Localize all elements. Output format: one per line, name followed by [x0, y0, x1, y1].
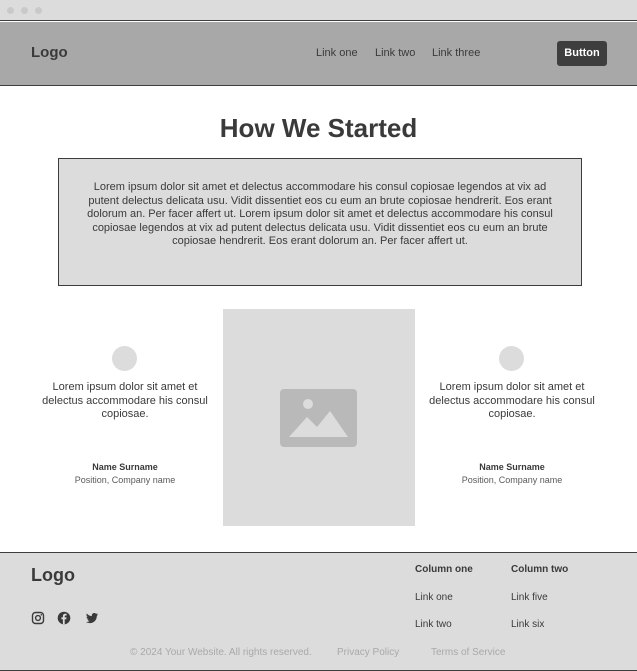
header-logo[interactable]: Logo — [31, 44, 68, 61]
window-dot — [35, 7, 42, 14]
testimonial-position: Position, Company name — [461, 475, 563, 485]
browser-chrome — [0, 0, 637, 21]
privacy-policy-link[interactable]: Privacy Policy — [337, 647, 399, 658]
header-button[interactable]: Button — [557, 41, 607, 66]
copyright-text: © 2024 Your Website. All rights reserved… — [130, 647, 312, 658]
footer-link-two[interactable]: Link two — [415, 619, 452, 630]
footer-link-six[interactable]: Link six — [511, 619, 544, 630]
image-placeholder-icon — [280, 389, 357, 447]
terms-of-service-link[interactable]: Terms of Service — [431, 647, 505, 658]
nav-link-one[interactable]: Link one — [316, 47, 358, 59]
footer-column-two-heading: Column two — [511, 564, 569, 575]
footer-logo[interactable]: Logo — [31, 565, 75, 586]
image-placeholder — [223, 309, 415, 526]
footer-column-one-heading: Column one — [415, 564, 473, 575]
footer-link-five[interactable]: Link five — [511, 592, 548, 603]
instagram-icon[interactable] — [31, 611, 45, 625]
window-dot — [21, 7, 28, 14]
story-text-box: Lorem ipsum dolor sit amet et delectus a… — [58, 158, 582, 286]
nav-link-two[interactable]: Link two — [375, 47, 415, 59]
window-dot — [7, 7, 14, 14]
testimonial-name: Name Surname — [479, 462, 545, 472]
nav-link-three[interactable]: Link three — [432, 47, 480, 59]
avatar — [499, 346, 524, 371]
avatar — [112, 346, 137, 371]
testimonial-position: Position, Company name — [74, 475, 176, 485]
twitter-icon[interactable] — [85, 611, 99, 625]
page: Logo Link one Link two Link three Button… — [0, 0, 637, 671]
site-footer: Logo Column one Link one Link two Column… — [0, 552, 637, 671]
footer-link-one[interactable]: Link one — [415, 592, 453, 603]
story-text: Lorem ipsum dolor sit amet et delectus a… — [87, 181, 553, 247]
facebook-icon[interactable] — [57, 611, 71, 625]
testimonial-name: Name Surname — [92, 462, 158, 472]
testimonial-quote: Lorem ipsum dolor sit amet et delectus a… — [429, 381, 595, 420]
site-header: Logo Link one Link two Link three Button — [0, 22, 637, 86]
page-title: How We Started — [219, 113, 418, 143]
testimonial-quote: Lorem ipsum dolor sit amet et delectus a… — [42, 381, 208, 420]
